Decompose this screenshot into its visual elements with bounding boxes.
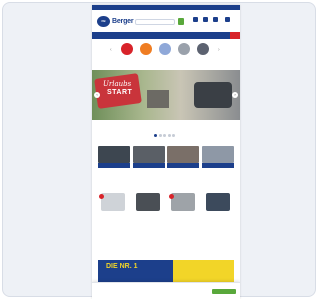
- wishlist-button[interactable]: [212, 17, 218, 25]
- category-item[interactable]: [158, 43, 172, 56]
- promo-tile-image: [202, 146, 234, 163]
- carousel-dot[interactable]: [158, 134, 162, 137]
- promo-tile[interactable]: [167, 146, 199, 170]
- hero-van-image: [194, 82, 232, 108]
- caravan-icon: [178, 43, 190, 55]
- product-card[interactable]: [133, 193, 163, 237]
- cookie-consent-bar: [92, 282, 240, 299]
- store-button[interactable]: [192, 17, 198, 25]
- sale-badge: [99, 194, 104, 199]
- cart-icon: [224, 17, 230, 22]
- store-icon: [192, 17, 198, 22]
- promo-tile[interactable]: [98, 146, 130, 170]
- product-image: [136, 193, 160, 211]
- product-card[interactable]: [203, 193, 233, 237]
- promo-banner[interactable]: DIE NR. 1: [98, 260, 234, 282]
- category-item[interactable]: [120, 43, 134, 56]
- chair-icon: [159, 43, 171, 55]
- promo-tile[interactable]: [133, 146, 165, 170]
- promo-tile-label: [133, 163, 165, 168]
- webpage-preview: FB Berger ‹ › Urlaubs START ‹ › DIE NR. …: [92, 5, 240, 299]
- search-input[interactable]: [135, 19, 175, 25]
- tent-icon: [121, 43, 133, 55]
- hero-next-button[interactable]: ›: [232, 92, 238, 98]
- promo-tile[interactable]: [202, 146, 234, 170]
- search-submit-button[interactable]: [178, 18, 184, 25]
- chevron-left-icon[interactable]: ‹: [110, 47, 112, 53]
- hero-prev-button[interactable]: ‹: [94, 92, 100, 98]
- chevron-right-icon[interactable]: ›: [218, 47, 220, 53]
- promo-tile-label: [167, 163, 199, 168]
- promo-tile-label: [98, 163, 130, 168]
- category-item[interactable]: [196, 43, 210, 56]
- promo-tiles: [98, 146, 234, 170]
- heart-icon: [212, 17, 218, 22]
- carousel-dots: [154, 124, 177, 142]
- product-image: [101, 193, 125, 211]
- product-list: [98, 193, 234, 237]
- category-carousel: ‹ ›: [92, 39, 240, 65]
- site-header: FB Berger: [92, 10, 240, 32]
- carousel-dot[interactable]: [163, 134, 166, 137]
- category-item[interactable]: [177, 43, 191, 56]
- category-item[interactable]: [139, 43, 153, 56]
- promo-banner-text: DIE NR. 1: [106, 263, 138, 270]
- cookie-accept-button[interactable]: [212, 289, 236, 294]
- product-card[interactable]: [168, 193, 198, 237]
- logo-wordmark[interactable]: Berger: [112, 18, 134, 25]
- logo-badge[interactable]: FB: [97, 16, 110, 27]
- user-icon: [202, 17, 208, 22]
- carousel-dot[interactable]: [154, 134, 157, 137]
- product-image: [171, 193, 195, 211]
- promo-tile-label: [202, 163, 234, 168]
- cart-button[interactable]: [224, 17, 230, 25]
- hero-banner[interactable]: Urlaubs START ‹ ›: [92, 70, 240, 120]
- hero-line-2: START: [107, 89, 133, 96]
- carousel-dot[interactable]: [172, 134, 175, 137]
- product-card[interactable]: [98, 193, 128, 237]
- hero-tent-image: [147, 90, 169, 108]
- main-nav: [92, 32, 240, 39]
- sale-badge: [169, 194, 174, 199]
- promo-tile-image: [133, 146, 165, 163]
- promo-tile-image: [167, 146, 199, 163]
- carousel-dot[interactable]: [167, 134, 171, 137]
- promo-tile-image: [98, 146, 130, 163]
- van-icon: [197, 43, 209, 55]
- awning-icon: [140, 43, 152, 55]
- hero-line-1: Urlaubs: [103, 80, 132, 88]
- account-button[interactable]: [202, 17, 208, 25]
- product-image: [206, 193, 230, 211]
- nav-sale-item[interactable]: [230, 32, 240, 39]
